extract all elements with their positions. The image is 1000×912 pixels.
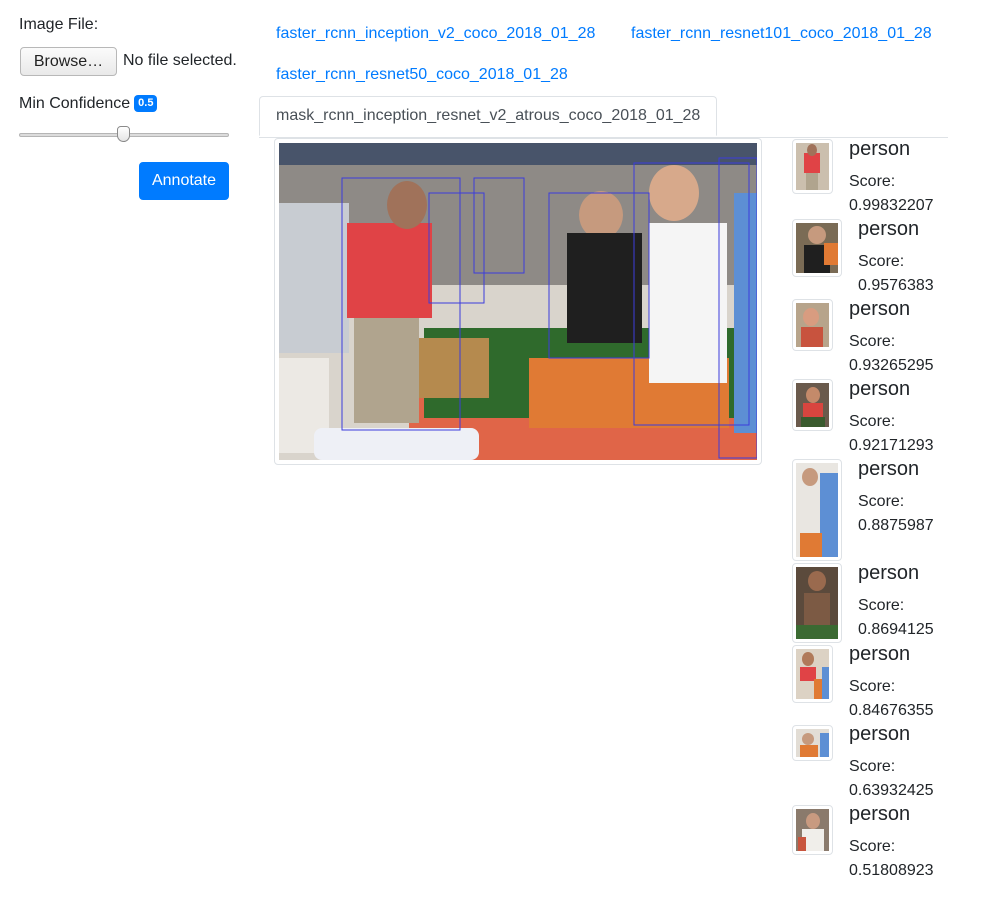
annotate-button[interactable]: Annotate bbox=[139, 162, 229, 200]
score-label: Score: bbox=[849, 838, 896, 855]
score-value: 0.63932425 bbox=[849, 782, 934, 799]
score-value: 0.93265295 bbox=[849, 357, 934, 374]
detection-label: person bbox=[849, 378, 911, 400]
score-label: Score: bbox=[849, 758, 896, 775]
detection-label: person bbox=[858, 218, 920, 240]
score-value: 0.92171293 bbox=[849, 437, 934, 454]
person-thumbnail-3 bbox=[796, 303, 829, 347]
detection-thumbnail bbox=[792, 379, 833, 431]
file-status-text: No file selected. bbox=[123, 52, 237, 69]
score-value: 0.8694125 bbox=[858, 621, 934, 638]
slider-handle[interactable] bbox=[117, 126, 130, 142]
detection-label: person bbox=[849, 723, 911, 745]
detection-thumbnail bbox=[792, 563, 842, 643]
detection-thumbnail bbox=[792, 299, 833, 351]
person-thumbnail-8 bbox=[796, 729, 829, 757]
min-confidence-label: Min Confidence 0.5 bbox=[19, 95, 158, 113]
score-label: Score: bbox=[858, 493, 905, 510]
detection-thumbnail bbox=[792, 725, 833, 761]
detection-thumbnail bbox=[792, 645, 833, 703]
detection-label: person bbox=[858, 562, 920, 584]
score-label: Score: bbox=[849, 678, 896, 695]
detection-label: person bbox=[849, 138, 911, 160]
tab-faster-rcnn-inception-v2[interactable]: faster_rcnn_inception_v2_coco_2018_01_28 bbox=[276, 25, 595, 43]
person-thumbnail-1 bbox=[796, 143, 829, 190]
tab-faster-rcnn-resnet50[interactable]: faster_rcnn_resnet50_coco_2018_01_28 bbox=[276, 66, 568, 84]
tab-mask-rcnn-inception-resnet-v2[interactable]: mask_rcnn_inception_resnet_v2_atrous_coc… bbox=[259, 96, 718, 136]
person-thumbnail-9 bbox=[796, 809, 829, 851]
person-thumbnail-7 bbox=[796, 649, 829, 699]
person-thumbnail-5 bbox=[796, 463, 838, 557]
score-value: 0.99832207 bbox=[849, 197, 934, 214]
score-value: 0.84676355 bbox=[849, 702, 934, 719]
detection-thumbnail bbox=[792, 459, 842, 561]
score-label: Score: bbox=[858, 253, 905, 270]
min-confidence-text: Min Confidence bbox=[19, 95, 131, 112]
person-thumbnail-6 bbox=[796, 567, 838, 639]
image-file-label: Image File: bbox=[19, 16, 99, 33]
annotated-image bbox=[274, 138, 762, 465]
min-confidence-badge: 0.5 bbox=[134, 95, 158, 112]
detection-label: person bbox=[849, 803, 911, 825]
score-value: 0.8875987 bbox=[858, 517, 934, 534]
score-label: Score: bbox=[849, 413, 896, 430]
detection-thumbnail bbox=[792, 219, 842, 277]
person-thumbnail-4 bbox=[796, 383, 829, 427]
detection-label: person bbox=[858, 458, 920, 480]
score-label: Score: bbox=[849, 333, 896, 350]
score-value: 0.9576383 bbox=[858, 277, 934, 294]
score-label: Score: bbox=[849, 173, 896, 190]
detection-label: person bbox=[849, 643, 911, 665]
detection-thumbnail bbox=[792, 805, 833, 855]
browse-button[interactable]: Browse… bbox=[20, 47, 117, 76]
tab-faster-rcnn-resnet101[interactable]: faster_rcnn_resnet101_coco_2018_01_28 bbox=[631, 25, 932, 43]
market-photo bbox=[279, 143, 757, 460]
person-thumbnail-2 bbox=[796, 223, 838, 273]
score-value: 0.51808923 bbox=[849, 862, 934, 879]
detection-thumbnail bbox=[792, 139, 833, 194]
detection-label: person bbox=[849, 298, 911, 320]
score-label: Score: bbox=[858, 597, 905, 614]
